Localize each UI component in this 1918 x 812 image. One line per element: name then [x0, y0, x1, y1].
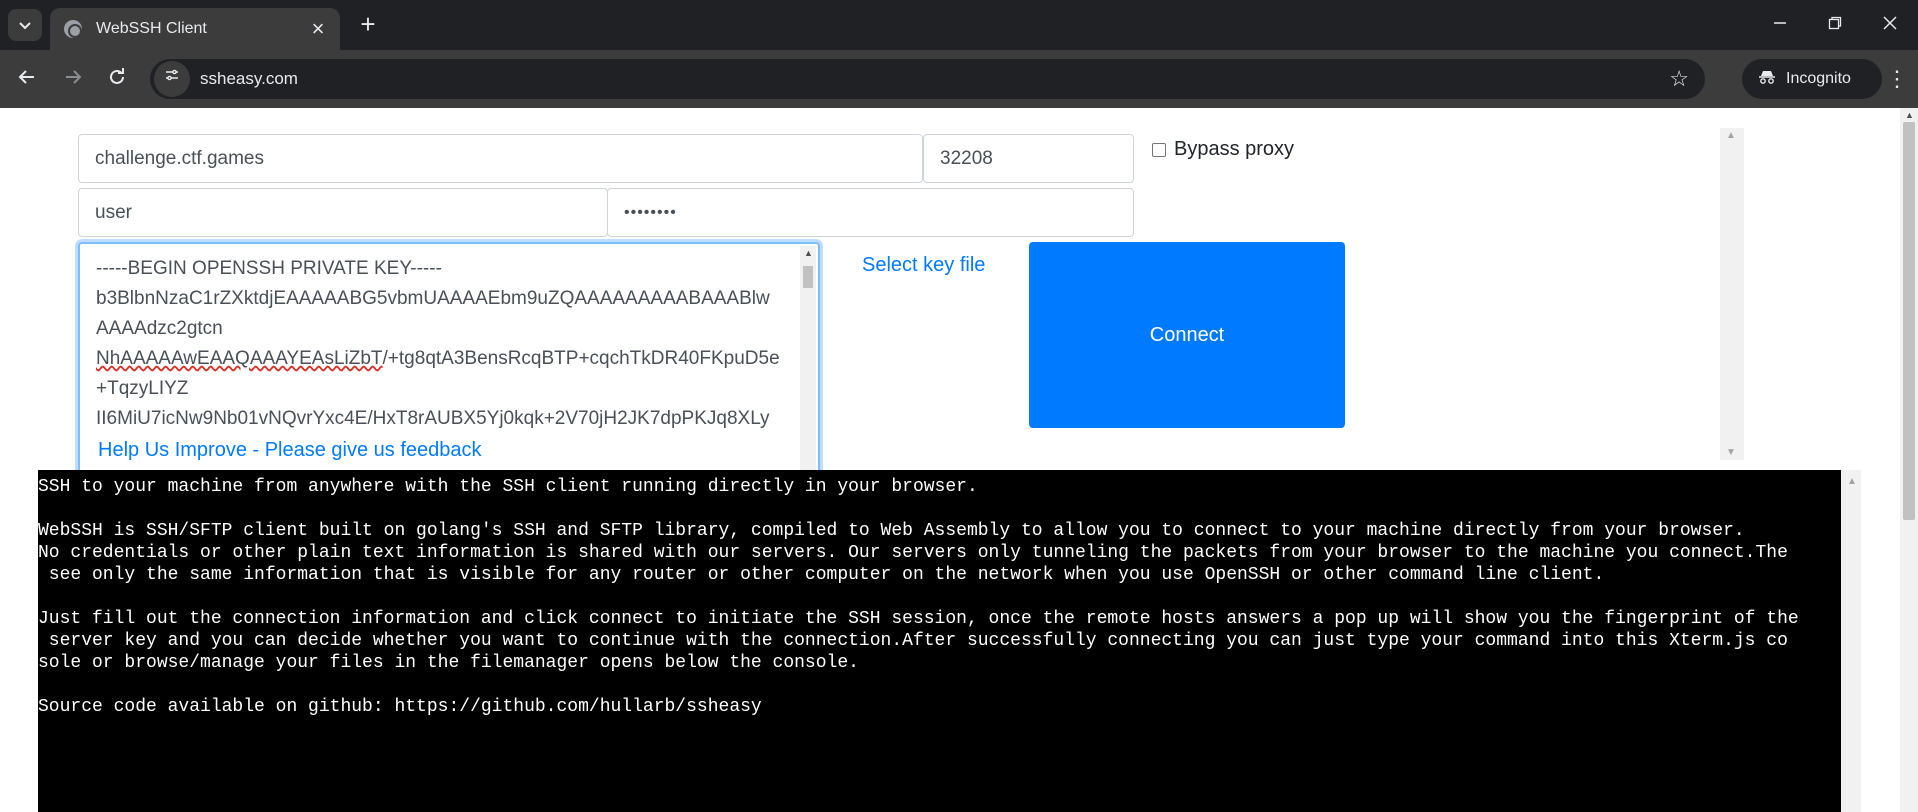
tab-webssh[interactable]: WebSSH Client ×: [50, 8, 340, 50]
restore-icon[interactable]: [1815, 8, 1855, 40]
key-line: AAAAdzc2gtcn: [96, 318, 223, 339]
close-icon[interactable]: ×: [306, 17, 330, 41]
scroll-thumb[interactable]: [803, 266, 813, 288]
password-input[interactable]: ••••••••: [607, 188, 1134, 237]
feedback-link[interactable]: Help Us Improve - Please give us feedbac…: [98, 439, 482, 462]
scroll-up-icon[interactable]: ▲: [1726, 130, 1736, 141]
key-line: -----BEGIN OPENSSH PRIVATE KEY-----: [96, 258, 442, 279]
tab-search-icon[interactable]: [8, 9, 42, 41]
bypass-proxy-label: Bypass proxy: [1174, 138, 1295, 160]
minimize-icon[interactable]: [1760, 8, 1800, 40]
tab-title: WebSSH Client: [96, 20, 207, 37]
terminal-scrollbar[interactable]: ▲: [1841, 470, 1861, 812]
host-input[interactable]: challenge.ctf.games: [78, 134, 923, 183]
scroll-up-icon[interactable]: ▲: [1905, 110, 1914, 120]
terminal[interactable]: SSH to your machine from anywhere with t…: [38, 470, 1841, 812]
side-panel-scrollbar[interactable]: ▲ ▼: [1720, 128, 1744, 460]
connect-button[interactable]: Connect: [1029, 242, 1345, 428]
terminal-line: see only the same information that is vi…: [38, 565, 1605, 585]
forward-icon[interactable]: [56, 62, 90, 96]
site-info-icon[interactable]: [154, 61, 190, 97]
username-input[interactable]: user: [78, 188, 608, 237]
favicon-icon: [64, 20, 82, 38]
terminal-line: WebSSH is SSH/SFTP client built on golan…: [38, 521, 1745, 541]
key-line: NhAAAAAwEAAQAAAYEAsLiZbT/+tg8qtA3BensRcq…: [96, 348, 780, 369]
terminal-line: sole or browse/manage your files in the …: [38, 653, 859, 673]
bypass-proxy-checkbox[interactable]: [1152, 142, 1166, 157]
page-content: challenge.ctf.games 32208 user •••••••• …: [0, 108, 1918, 812]
key-line: II6MiU7icNw9Nb01vNQvrYxc4E/HxT8rAUBX5Yj0…: [96, 408, 770, 429]
scroll-down-icon[interactable]: ▼: [1726, 447, 1736, 458]
page-scroll-thumb[interactable]: [1903, 122, 1915, 520]
terminal-line: SSH to your machine from anywhere with t…: [38, 477, 978, 497]
select-key-file-link[interactable]: Select key file: [862, 254, 985, 277]
incognito-button[interactable]: Incognito: [1742, 59, 1882, 99]
address-bar[interactable]: ssheasy.com ☆: [150, 59, 1705, 99]
page-scrollbar[interactable]: ▲: [1900, 108, 1918, 812]
back-icon[interactable]: [10, 62, 44, 96]
scroll-up-icon[interactable]: ▲: [804, 248, 813, 258]
terminal-line: Source code available on github: https:/…: [38, 697, 762, 717]
reload-icon[interactable]: [100, 62, 134, 96]
terminal-line: Just fill out the connection information…: [38, 609, 1799, 629]
window-close-icon[interactable]: [1870, 8, 1910, 40]
key-line: b3BlbnNzaC1rZXktdjEAAAAABG5vbmUAAAAEbm9u…: [96, 288, 770, 309]
browser-toolbar: ssheasy.com ☆ Incognito ⋮: [0, 50, 1918, 108]
port-input[interactable]: 32208: [923, 134, 1134, 183]
scroll-up-icon[interactable]: ▲: [1847, 476, 1857, 487]
tab-bar: WebSSH Client × +: [0, 0, 1918, 50]
incognito-label: Incognito: [1786, 70, 1851, 87]
bookmark-star-icon[interactable]: ☆: [1669, 66, 1689, 92]
terminal-line: server key and you can decide whether yo…: [38, 631, 1788, 651]
key-line: +TqzyLIYZ: [96, 378, 189, 399]
incognito-icon: [1758, 70, 1776, 89]
url-text[interactable]: ssheasy.com: [200, 69, 1669, 89]
terminal-line: No credentials or other plain text infor…: [38, 543, 1788, 563]
new-tab-icon[interactable]: +: [352, 10, 384, 40]
menu-icon[interactable]: ⋮: [1882, 62, 1912, 96]
bypass-proxy[interactable]: Bypass proxy: [1152, 138, 1294, 161]
